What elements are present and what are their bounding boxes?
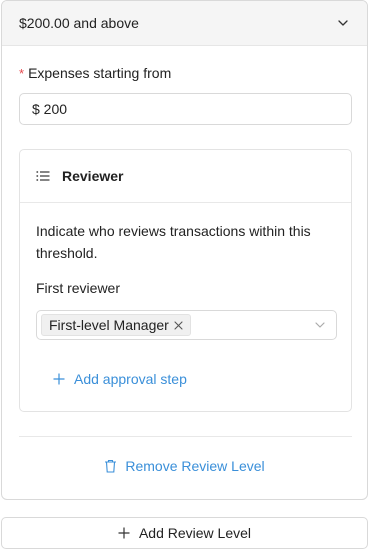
expenses-label-text: Expenses starting from (28, 65, 172, 81)
expenses-label: * Expenses starting from (19, 65, 171, 81)
reviewer-tag: First-level Manager (41, 314, 191, 336)
trash-icon (104, 459, 117, 473)
review-level-header[interactable]: $200.00 and above (2, 1, 367, 46)
reviewer-header: Reviewer (20, 150, 351, 203)
plus-icon (53, 373, 65, 385)
chevron-down-icon[interactable] (336, 16, 350, 30)
first-reviewer-label: First reviewer (36, 280, 121, 296)
reviewer-description: Indicate who reviews transactions within… (36, 223, 311, 261)
required-mark: * (19, 66, 25, 81)
add-review-level-label: Add Review Level (138, 525, 252, 541)
close-icon[interactable] (173, 319, 185, 331)
reviewer-tag-label: First-level Manager (49, 317, 169, 333)
divider (19, 436, 352, 437)
remove-review-level-label: Remove Review Level (125, 458, 265, 474)
add-approval-step-label: Add approval step (74, 371, 187, 387)
chevron-down-icon (314, 319, 326, 331)
add-approval-step-button[interactable]: Add approval step (53, 371, 187, 387)
first-reviewer-select[interactable]: First-level Manager (36, 310, 337, 340)
review-level-card: $200.00 and above * Expenses starting fro… (1, 0, 368, 500)
review-level-title: $200.00 and above (19, 15, 139, 31)
reviewer-title: Reviewer (62, 168, 124, 184)
plus-icon (118, 527, 130, 539)
amount-input[interactable] (19, 93, 352, 125)
list-icon (36, 169, 50, 183)
reviewer-section: Reviewer Indicate who reviews transactio… (19, 149, 352, 412)
add-review-level-button[interactable]: Add Review Level (1, 517, 368, 549)
remove-review-level-button[interactable]: Remove Review Level (2, 458, 367, 474)
